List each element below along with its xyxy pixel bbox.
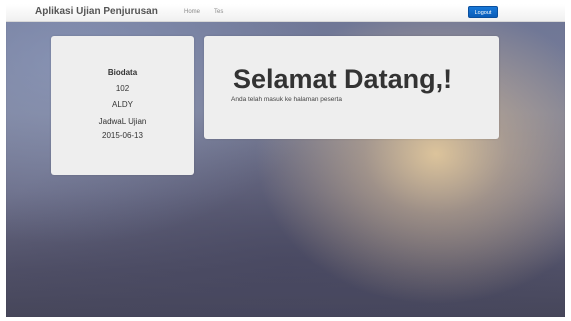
top-navbar: Aplikasi Ujian Penjurusan Home Tes Logou… <box>6 4 565 22</box>
nav-link-home[interactable]: Home <box>184 7 200 17</box>
exam-date: 2015-06-13 <box>102 131 143 140</box>
participant-number: 102 <box>115 84 130 93</box>
app-brand[interactable]: Aplikasi Ujian Penjurusan <box>35 5 158 19</box>
biodata-card: Biodata 102 ALDY JadwaL Ujian 2015-06-13 <box>51 36 194 175</box>
exam-schedule-label: JadwaL Ujian <box>98 117 147 126</box>
nav-link-tes[interactable]: Tes <box>214 7 223 17</box>
welcome-card: Selamat Datang,! Anda telah masuk ke hal… <box>204 36 499 139</box>
participant-name: ALDY <box>112 100 133 109</box>
welcome-subtitle: Anda telah masuk ke halaman peserta <box>231 96 342 103</box>
logout-button[interactable]: Logout <box>468 6 498 18</box>
page-background: Aplikasi Ujian Penjurusan Home Tes Logou… <box>6 4 565 317</box>
biodata-title: Biodata <box>107 68 138 77</box>
welcome-heading: Selamat Datang,! <box>233 64 453 94</box>
